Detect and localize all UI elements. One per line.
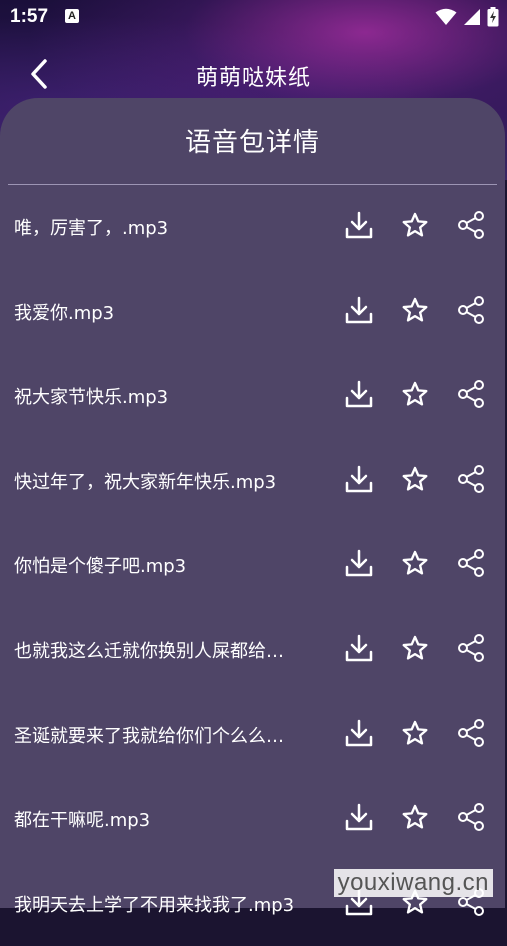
status-bar: 1:57 A — [0, 0, 507, 34]
download-icon — [345, 550, 373, 577]
share-icon — [458, 549, 484, 578]
share-button[interactable] — [451, 374, 491, 414]
download-icon — [345, 296, 373, 323]
voice-file-name: 你怕是个傻子吧.mp3 — [14, 556, 187, 578]
star-icon — [402, 551, 428, 575]
wifi-icon — [435, 8, 457, 25]
download-icon — [345, 380, 373, 408]
share-button[interactable] — [451, 543, 491, 583]
favorite-button[interactable] — [395, 797, 435, 837]
voice-file-name: 也就我这么迁就你换别人屎都给… — [14, 640, 284, 662]
system-icons — [435, 6, 499, 28]
share-icon — [458, 211, 484, 239]
star-icon — [402, 297, 428, 322]
battery-charging-icon — [487, 7, 499, 27]
share-button[interactable] — [451, 205, 491, 245]
download-icon — [345, 803, 373, 831]
download-button[interactable] — [339, 797, 379, 837]
share-button[interactable] — [451, 797, 491, 837]
star-icon — [402, 720, 428, 745]
voice-file-name: 我爱你.mp3 — [14, 302, 115, 324]
star-icon — [402, 466, 428, 491]
voice-file-name: 唯，厉害了，.mp3 — [14, 218, 169, 239]
list-item[interactable]: 圣诞就要来了我就给你们个么么… — [0, 693, 505, 778]
voice-file-name: 圣诞就要来了我就给你们个么么… — [14, 725, 284, 747]
list-item[interactable]: 你怕是个傻子吧.mp3 — [0, 523, 505, 608]
list-item[interactable]: 也就我这么迁就你换别人屎都给… — [0, 608, 505, 693]
status-time: 1:57 — [10, 6, 49, 27]
download-button[interactable] — [339, 290, 379, 330]
list-item[interactable]: 唯，厉害了，.mp3 — [0, 185, 505, 270]
share-icon — [458, 380, 484, 409]
share-button[interactable] — [451, 290, 491, 330]
share-icon — [458, 718, 484, 747]
app-bar: 萌萌哒妹纸 — [0, 50, 507, 100]
voice-file-name: 都在干嘛呢.mp3 — [14, 810, 151, 832]
share-icon — [458, 803, 484, 832]
download-icon — [345, 634, 373, 662]
list-item[interactable]: 祝大家节快乐.mp3 — [0, 354, 505, 439]
download-icon — [345, 465, 373, 493]
sheet-title: 语音包详情 — [184, 128, 320, 158]
share-button[interactable] — [451, 713, 491, 753]
favorite-button[interactable] — [395, 628, 435, 668]
watermark: youxiwang.cn — [333, 869, 493, 897]
star-icon — [402, 635, 428, 660]
download-button[interactable] — [339, 374, 379, 414]
page-title: 萌萌哒妹纸 — [195, 66, 311, 91]
share-icon — [458, 633, 484, 662]
share-icon — [458, 295, 484, 324]
notification-icon: A — [65, 9, 79, 23]
voice-pack-detail-sheet: 语音包详情 唯，厉害了，.mp3 我爱你.mp3 祝大家节快乐.mp3 快过年了… — [0, 98, 505, 916]
download-button[interactable] — [339, 459, 379, 499]
favorite-button[interactable] — [395, 205, 435, 245]
star-icon — [402, 804, 428, 829]
star-icon — [402, 381, 428, 406]
download-button[interactable] — [339, 543, 379, 583]
voice-file-name: 快过年了，祝大家新年快乐.mp3 — [14, 471, 277, 493]
share-icon — [458, 464, 484, 493]
download-button[interactable] — [339, 713, 379, 753]
download-button[interactable] — [339, 628, 379, 668]
signal-icon — [464, 9, 480, 25]
voice-list: 唯，厉害了，.mp3 我爱你.mp3 祝大家节快乐.mp3 快过年了，祝大家新年… — [0, 185, 505, 946]
download-icon — [345, 719, 373, 746]
favorite-button[interactable] — [395, 543, 435, 583]
favorite-button[interactable] — [395, 459, 435, 499]
star-icon — [402, 212, 428, 237]
share-button[interactable] — [451, 628, 491, 668]
download-button[interactable] — [339, 205, 379, 245]
download-icon — [345, 211, 373, 239]
share-button[interactable] — [451, 459, 491, 499]
favorite-button[interactable] — [395, 374, 435, 414]
voice-file-name: 我明天去上学了不用来找我了.mp3 — [14, 894, 295, 916]
voice-file-name: 祝大家节快乐.mp3 — [14, 387, 169, 409]
favorite-button[interactable] — [395, 713, 435, 753]
list-item[interactable]: 都在干嘛呢.mp3 — [0, 777, 505, 862]
favorite-button[interactable] — [395, 290, 435, 330]
list-item[interactable]: 快过年了，祝大家新年快乐.mp3 — [0, 439, 505, 524]
list-item[interactable]: 我爱你.mp3 — [0, 270, 505, 355]
